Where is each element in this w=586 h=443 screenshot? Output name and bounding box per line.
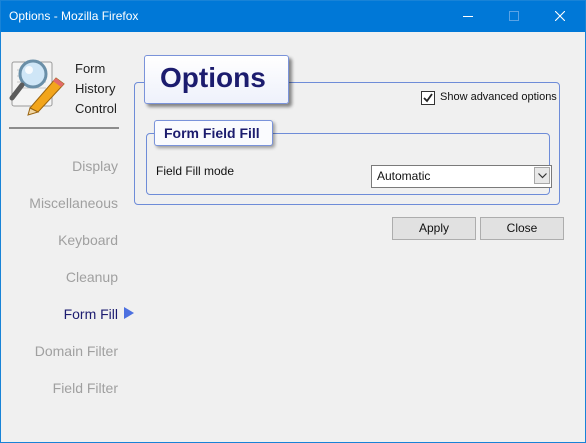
apply-button[interactable]: Apply [392, 217, 476, 240]
sidebar-divider [9, 127, 119, 129]
close-window-button[interactable] [537, 1, 583, 32]
magnifier-pencil-icon [9, 59, 65, 116]
logo-line: History [75, 81, 116, 96]
close-button[interactable]: Close [480, 217, 564, 240]
minimize-icon [463, 16, 473, 17]
maximize-button [491, 1, 537, 32]
active-item-arrow-icon [124, 307, 134, 319]
options-window: Options - Mozilla Firefox Form History C… [0, 0, 586, 443]
title-bar[interactable]: Options - Mozilla Firefox [1, 1, 585, 32]
show-advanced-checkbox[interactable] [421, 91, 435, 105]
sidebar-item-cleanup[interactable]: Cleanup [66, 269, 118, 285]
sidebar-item-field-filter[interactable]: Field Filter [53, 380, 118, 396]
logo-line: Control [75, 101, 117, 116]
close-icon [555, 11, 565, 21]
logo-line: Form [75, 61, 106, 76]
field-fill-mode-select[interactable]: Automatic [371, 165, 552, 188]
field-fill-mode-label: Field Fill mode [156, 164, 235, 178]
maximize-icon [509, 11, 519, 21]
options-heading-box: Options [144, 55, 289, 104]
sidebar-item-form-fill[interactable]: Form Fill [64, 306, 118, 322]
window-title: Options - Mozilla Firefox [9, 9, 139, 23]
section-title: Form Field Fill [164, 125, 260, 141]
chevron-down-icon [538, 173, 547, 179]
sidebar-item-domain-filter[interactable]: Domain Filter [35, 343, 118, 359]
select-value: Automatic [377, 169, 431, 183]
sidebar-item-keyboard[interactable]: Keyboard [58, 232, 118, 248]
sidebar-item-display[interactable]: Display [72, 158, 118, 174]
dropdown-button[interactable] [534, 167, 550, 184]
minimize-button[interactable] [445, 1, 491, 32]
app-logo-text: Form History Control [75, 59, 117, 119]
sidebar-item-miscellaneous[interactable]: Miscellaneous [29, 195, 118, 211]
section-heading-box: Form Field Fill [154, 120, 273, 146]
show-advanced-label[interactable]: Show advanced options [440, 91, 557, 103]
checkmark-icon [423, 93, 433, 103]
page-title: Options [160, 62, 266, 93]
